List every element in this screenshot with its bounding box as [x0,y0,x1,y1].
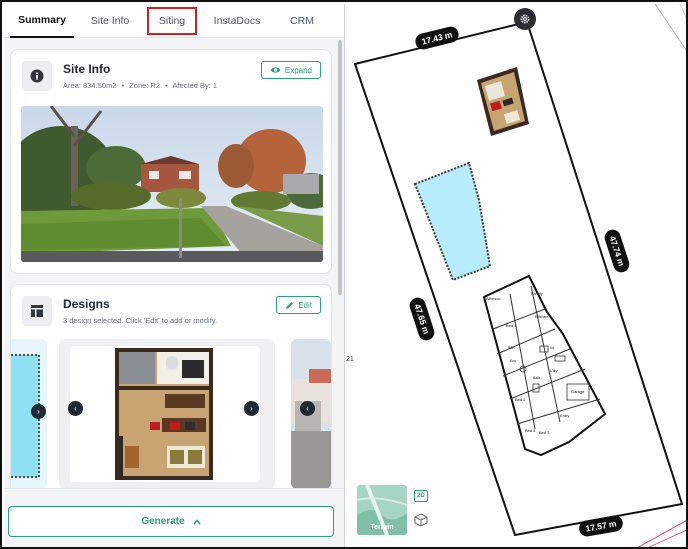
room-label-bed1: Bed 1 [506,323,517,328]
site-info-card: Site Info Area: 834.50m2 • Zone: R2 • Af… [10,49,332,274]
edit-label: Edit [298,300,312,310]
room-label-bed4: Bed 4 [525,428,536,433]
chevron-right-icon[interactable]: › [244,401,259,416]
room-label-kit: Kit [550,346,554,350]
pool-outline[interactable] [413,161,492,282]
room-label-ens: Ens [510,359,516,363]
scrollbar-thumb[interactable] [338,40,342,295]
terrain-label: Terrain [370,524,394,531]
chevron-right-icon[interactable]: › [31,404,46,419]
pencil-icon [286,301,294,309]
dimension-top: 17.43 m [415,26,459,50]
settings-button[interactable] [514,8,536,30]
tab-site-info[interactable]: Site Info [78,4,142,38]
room-label-laundry: L'dry [550,369,558,373]
footer-bar: Generate [4,488,344,547]
tab-summary[interactable]: Summary [10,4,74,38]
gear-icon [520,14,530,24]
room-thumbnail[interactable] [477,67,529,136]
room-label-wir: WIR [508,346,515,350]
dimension-left: 47.65 m [409,297,435,341]
terrain-toggle[interactable]: Terrain [357,485,407,535]
site-plan-canvas[interactable]: Alfresco Family Kitchen Bed 1 Bed 2 Bed … [345,4,688,549]
expand-button[interactable]: Expand [260,61,321,79]
site-area: Area: 834.50m2 [63,81,117,90]
designs-card: Designs 3 design selected. Click 'Edit' … [10,284,332,488]
room-label-bed2: Bed 2 [515,397,526,402]
dimension-bottom: 17.57 m [579,515,623,537]
generate-button[interactable]: Generate [8,506,334,537]
summary-scroll-area[interactable]: Site Info Area: 834.50m2 • Zone: R2 • Af… [4,38,344,488]
site-info-meta: Area: 834.50m2 • Zone: R2 • Afected By: … [63,81,218,90]
design-tile-current[interactable]: ‹ › [59,339,275,488]
edge-label: 21 [346,356,354,363]
cube-icon[interactable] [413,512,429,528]
info-icon [22,61,52,91]
room-label-garage: Garage [571,389,585,394]
site-affected: Afected By: 1 [172,81,218,90]
room-label-kitchen: Kitchen [535,314,548,319]
tab-instadocs[interactable]: InstaDocs [204,4,270,38]
siting-map[interactable]: Alfresco Family Kitchen Bed 1 Bed 2 Bed … [344,4,688,549]
generate-label: Generate [141,516,185,527]
app-frame: Summary Site Info Siting InstaDocs CRM S… [0,0,688,549]
design-tile-next[interactable]: ‹ [291,339,331,488]
room-label-alfresco: Alfresco [486,296,501,301]
layout-icon [22,296,52,326]
tab-bar: Summary Site Info Siting InstaDocs CRM [4,4,344,38]
left-panel: Summary Site Info Siting InstaDocs CRM S… [4,4,344,547]
site-zone: Zone: R2 [129,81,161,90]
designs-subtitle: 3 design selected. Click 'Edit' to add o… [63,316,218,325]
eye-icon [270,67,281,73]
chevron-up-icon [193,518,201,525]
site-info-title: Site Info [63,62,111,76]
tab-siting[interactable]: Siting [147,7,197,35]
view-2d-button[interactable]: 2D [414,490,428,502]
room-label-family: Family [531,291,543,296]
room-label-bath: Bath [533,376,540,380]
room-label-entry: Entry [560,413,569,418]
designs-title: Designs [63,297,110,311]
view-mode-buttons: 2D [410,486,432,534]
edit-designs-button[interactable]: Edit [276,296,321,314]
room-label-bed3: Bed 3 [539,430,550,435]
tab-crm[interactable]: CRM [280,4,324,38]
site-street-photo [21,106,323,262]
design-thumbnail [70,346,260,482]
floor-plan[interactable]: Alfresco Family Kitchen Bed 1 Bed 2 Bed … [482,274,607,457]
chevron-left-icon[interactable]: ‹ [300,401,315,416]
chevron-left-icon[interactable]: ‹ [68,401,83,416]
expand-label: Expand [284,65,312,75]
